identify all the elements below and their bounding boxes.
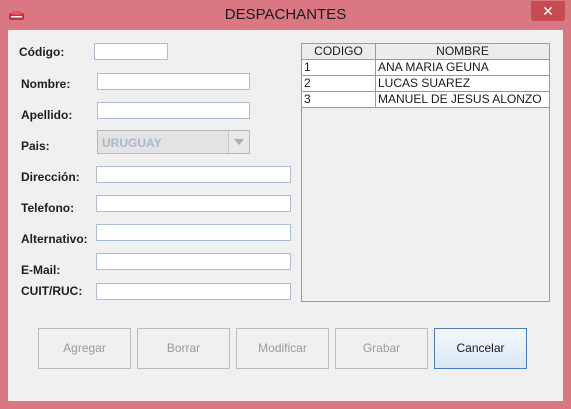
cuit-field[interactable] <box>96 283 291 300</box>
email-field[interactable] <box>96 253 291 270</box>
close-icon: ✕ <box>542 3 554 19</box>
telefono-field[interactable] <box>96 195 291 212</box>
apellido-field[interactable] <box>97 102 250 119</box>
table-header: CODIGO NOMBRE <box>302 44 550 60</box>
grabar-button[interactable]: Grabar <box>335 328 428 369</box>
borrar-button[interactable]: Borrar <box>137 328 230 369</box>
cell-nombre: MANUEL DE JESUS ALONZO <box>376 92 550 108</box>
telefono-label: Telefono: <box>21 201 75 215</box>
email-label: E-Mail: <box>21 263 61 277</box>
cell-codigo: 3 <box>302 92 376 108</box>
pais-select[interactable]: URUGUAY <box>97 130 250 154</box>
column-header-codigo[interactable]: CODIGO <box>302 44 376 60</box>
alternativo-field[interactable] <box>96 224 291 241</box>
form-panel: Código: Nombre: Apellido: Pais: Direcció… <box>8 30 563 401</box>
table-row[interactable]: 3 MANUEL DE JESUS ALONZO <box>302 92 550 108</box>
cell-codigo: 1 <box>302 60 376 76</box>
cell-nombre: LUCAS SUAREZ <box>376 76 550 92</box>
title-bar[interactable]: DESPACHANTES ✕ <box>0 0 571 30</box>
codigo-label: Código: <box>19 45 65 59</box>
table-row[interactable]: 1 ANA MARIA GEUNA <box>302 60 550 76</box>
codigo-field[interactable] <box>94 43 168 60</box>
direccion-label: Dirección: <box>21 170 80 184</box>
agregar-button[interactable]: Agregar <box>38 328 131 369</box>
window-title: DESPACHANTES <box>224 6 347 23</box>
close-button[interactable]: ✕ <box>531 1 565 21</box>
nombre-label: Nombre: <box>21 77 71 91</box>
direccion-field[interactable] <box>96 166 291 183</box>
apellido-label: Apellido: <box>21 108 73 122</box>
pais-dropdown-button[interactable] <box>228 131 249 153</box>
cell-codigo: 2 <box>302 76 376 92</box>
cancelar-button[interactable]: Cancelar <box>434 328 527 369</box>
modificar-button[interactable]: Modificar <box>236 328 329 369</box>
despachantes-window: DESPACHANTES ✕ Código: Nombre: Apellido:… <box>0 0 571 409</box>
despachantes-table[interactable]: CODIGO NOMBRE 1 ANA MARIA GEUNA 2 LUCAS … <box>301 43 550 302</box>
column-header-nombre[interactable]: NOMBRE <box>376 44 550 60</box>
pais-selected-value: URUGUAY <box>102 136 162 150</box>
cell-nombre: ANA MARIA GEUNA <box>376 60 550 76</box>
nombre-field[interactable] <box>97 73 250 90</box>
pais-label: Pais: <box>21 139 50 153</box>
alternativo-label: Alternativo: <box>21 232 88 246</box>
chevron-down-icon <box>234 139 244 145</box>
table-row[interactable]: 2 LUCAS SUAREZ <box>302 76 550 92</box>
cuit-label: CUIT/RUC: <box>21 284 83 298</box>
